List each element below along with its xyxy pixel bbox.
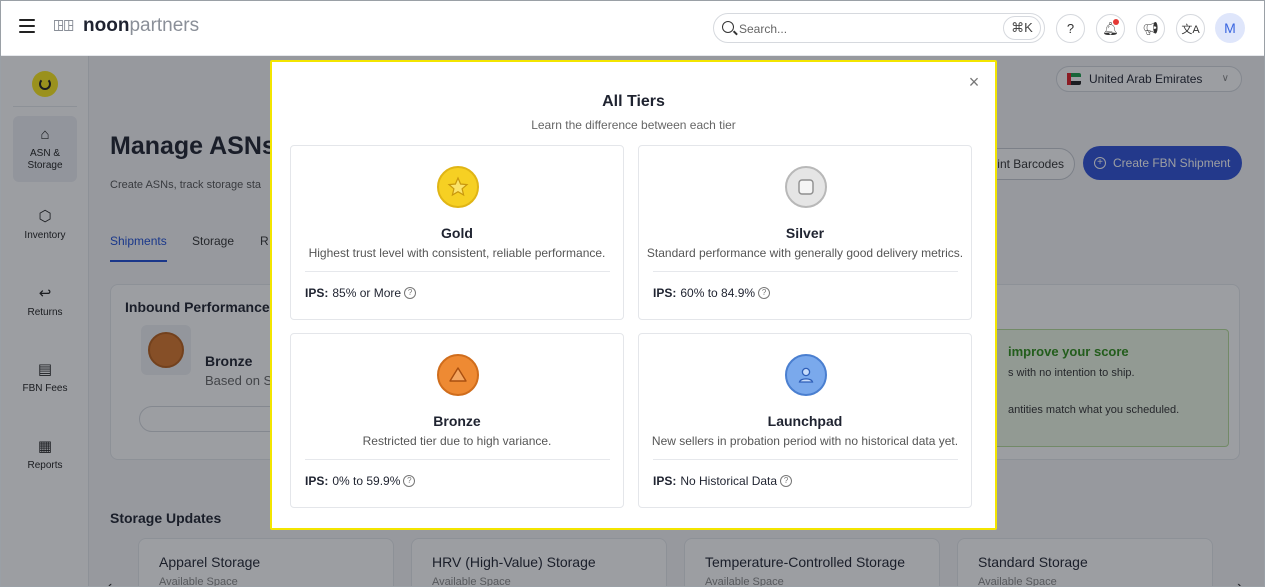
search-shortcut: ⌘K — [1003, 16, 1041, 40]
tier-card-silver: Silver Standard performance with general… — [638, 145, 972, 320]
tier-card-bronze: Bronze Restricted tier due to high varia… — [290, 333, 624, 508]
bronze-medal-icon — [437, 354, 479, 396]
tier-ips: IPS: 60% to 84.9%? — [653, 286, 771, 300]
top-bar: ꖸꖸ noonpartners ⌘K ? 🔔︎ 📢︎ 文A M — [1, 1, 1264, 56]
megaphone-icon[interactable]: 📢︎ — [1136, 14, 1165, 43]
ips-value: 85% or More — [332, 286, 402, 300]
ips-value: 60% to 84.9% — [680, 286, 756, 300]
brand-logo[interactable]: noonpartners — [83, 15, 199, 37]
tier-description: Standard performance with generally good… — [646, 246, 964, 260]
all-tiers-modal: × All Tiers Learn the difference between… — [270, 60, 997, 530]
search-input[interactable] — [739, 19, 979, 39]
logo-bold-text: noon — [83, 15, 130, 36]
tier-ips: IPS: 85% or More? — [305, 286, 417, 300]
translate-icon[interactable]: 文A — [1176, 14, 1205, 43]
tier-name: Silver — [785, 225, 825, 241]
menu-icon[interactable] — [19, 19, 35, 33]
tier-description: Highest trust level with consistent, rel… — [308, 246, 606, 260]
ips-label: IPS: — [653, 474, 677, 488]
tier-name: Launchpad — [767, 413, 843, 429]
tier-name: Bronze — [433, 413, 481, 429]
people-logo-icon: ꖸꖸ — [53, 18, 74, 35]
tier-name: Gold — [441, 225, 473, 241]
logo-light-text: partners — [129, 15, 200, 36]
launchpad-medal-icon — [785, 354, 827, 396]
ips-value: 0% to 59.9% — [332, 474, 401, 488]
ips-value: No Historical Data — [680, 474, 778, 488]
ips-label: IPS: — [305, 474, 329, 488]
ips-label: IPS: — [305, 286, 329, 300]
help-icon[interactable]: ? — [1056, 14, 1085, 43]
help-icon[interactable]: ? — [758, 287, 771, 299]
tier-description: Restricted tier due to high variance. — [362, 434, 552, 448]
tier-ips: IPS: 0% to 59.9%? — [305, 474, 416, 488]
tier-description: New sellers in probation period with no … — [651, 434, 959, 448]
square-icon — [798, 179, 814, 195]
help-icon[interactable]: ? — [780, 475, 793, 487]
divider — [653, 271, 958, 272]
avatar[interactable]: M — [1215, 13, 1245, 43]
help-icon[interactable]: ? — [404, 287, 417, 299]
modal-subtitle: Learn the difference between each tier — [531, 118, 736, 132]
app-window: ꖸꖸ noonpartners ⌘K ? 🔔︎ 📢︎ 文A M ⌂ ASN & … — [0, 0, 1265, 587]
search-icon — [722, 21, 734, 33]
divider — [305, 459, 610, 460]
tier-card-launchpad: Launchpad New sellers in probation perio… — [638, 333, 972, 508]
help-icon[interactable]: ? — [403, 475, 416, 487]
tier-ips: IPS: No Historical Data? — [653, 474, 793, 488]
user-icon — [798, 367, 814, 383]
gold-medal-icon — [437, 166, 479, 208]
triangle-icon — [449, 367, 467, 382]
notification-dot — [1113, 19, 1119, 25]
search-box[interactable]: ⌘K — [713, 13, 1045, 43]
divider — [653, 459, 958, 460]
bell-icon[interactable]: 🔔︎ — [1096, 14, 1125, 43]
star-icon — [447, 176, 469, 197]
close-icon[interactable]: × — [966, 73, 982, 91]
modal-title: All Tiers — [602, 93, 665, 110]
silver-medal-icon — [785, 166, 827, 208]
divider — [305, 271, 610, 272]
ips-label: IPS: — [653, 286, 677, 300]
tier-card-gold: Gold Highest trust level with consistent… — [290, 145, 624, 320]
